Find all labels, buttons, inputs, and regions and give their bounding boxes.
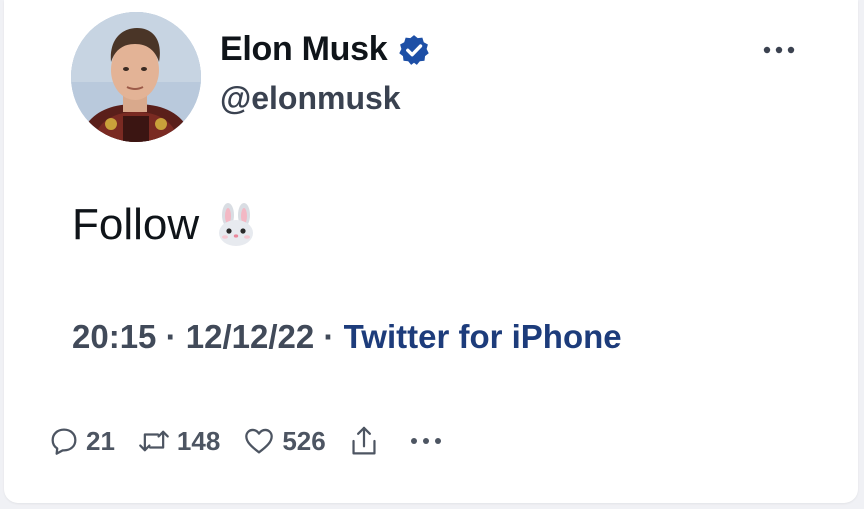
tweet-date[interactable]: 12/12/22 [186, 318, 314, 355]
share-button[interactable] [348, 424, 380, 458]
retweet-button[interactable]: 148 [137, 425, 220, 457]
tweet-meta: 20:15 · 12/12/22 · Twitter for iPhone [72, 318, 622, 356]
share-icon [352, 426, 376, 455]
like-button[interactable]: 526 [242, 425, 326, 457]
more-icon [763, 46, 795, 54]
display-name[interactable]: Elon Musk [220, 30, 388, 69]
tweet-source-link[interactable]: Twitter for iPhone [344, 318, 622, 355]
avatar[interactable] [71, 12, 201, 142]
meta-separator: · [165, 318, 186, 355]
more-icon [410, 438, 441, 444]
tweet-text: Follow [72, 200, 200, 249]
more-actions-button[interactable] [410, 437, 442, 445]
rabbit-face-icon [219, 203, 254, 246]
tweet-card: Elon Musk @elonmusk Follow 20:15 · 12/12… [4, 0, 858, 503]
avatar-image [71, 12, 201, 142]
more-options-button[interactable] [759, 36, 799, 64]
reply-icon [51, 428, 77, 455]
retweet-icon [139, 430, 169, 452]
verified-badge-icon [399, 34, 430, 65]
tweet-time[interactable]: 20:15 [72, 318, 156, 355]
like-count: 526 [282, 425, 326, 456]
retweet-count: 148 [176, 425, 221, 456]
tweet-actions: 21 148 526 [48, 424, 442, 458]
reply-button[interactable]: 21 [48, 425, 115, 457]
heart-icon [245, 428, 274, 454]
author-name-row: Elon Musk [220, 30, 431, 69]
meta-separator: · [323, 318, 344, 355]
tweet-body: Follow [72, 200, 259, 250]
reply-count: 21 [86, 425, 115, 456]
author-handle[interactable]: @elonmusk [220, 80, 401, 117]
